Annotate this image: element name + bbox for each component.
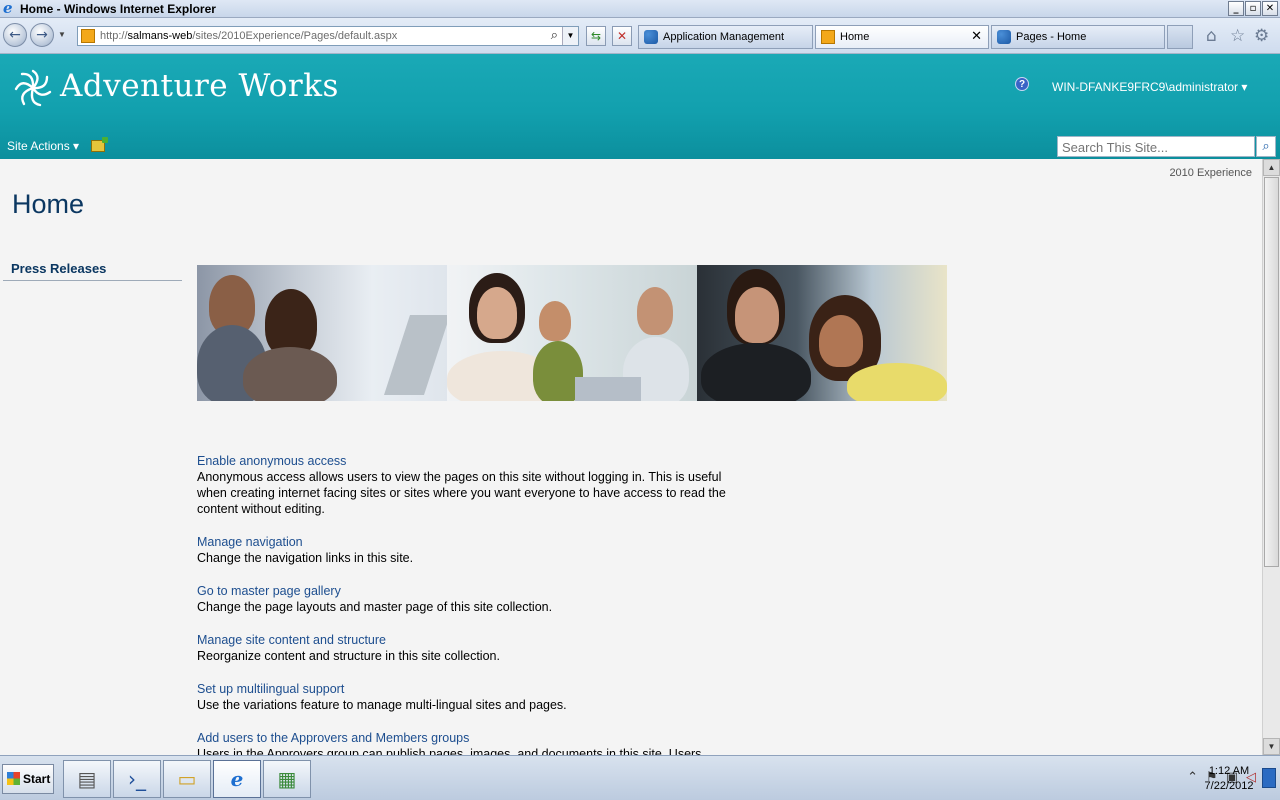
start-label: Start [23, 772, 51, 786]
breadcrumb[interactable]: 2010 Experience [1169, 167, 1252, 179]
sharepoint-icon [644, 30, 658, 44]
close-tab-icon[interactable]: ✕ [971, 26, 982, 48]
maximize-button[interactable]: ▫ [1245, 1, 1261, 16]
tab-home[interactable]: Home ✕ [815, 25, 989, 49]
favorites-star-icon[interactable]: ☆ [1230, 26, 1245, 46]
manage-site-content-link[interactable]: Manage site content and structure [197, 632, 737, 648]
forward-button[interactable]: → [30, 23, 54, 47]
scrollbar-thumb[interactable] [1264, 177, 1279, 567]
internet-explorer-taskbar-icon[interactable]: e [213, 760, 261, 798]
tab-application-management[interactable]: Application Management [638, 25, 813, 49]
search-go-icon[interactable]: ⌕ [1256, 136, 1276, 157]
task-item: Go to master page gallery Change the pag… [197, 583, 737, 615]
tab-label: Application Management [663, 31, 785, 43]
banner-image [197, 265, 947, 401]
page-title: Home [12, 189, 85, 219]
scroll-up-icon[interactable]: ▲ [1263, 159, 1280, 176]
address-dropdown-icon[interactable]: ▼ [562, 27, 578, 45]
task-item: Set up multilingual support Use the vari… [197, 681, 737, 713]
windows-taskbar: Start ▤ ›_ ▭ e ▦ ⌃ ⚑ ▣ ◁ 1:12 AM 7/22/20… [0, 755, 1280, 800]
refresh-button[interactable]: ⇆ [586, 26, 606, 46]
close-button[interactable]: ✕ [1262, 1, 1278, 16]
address-url[interactable]: http://salmans-web/sites/2010Experience/… [100, 30, 397, 42]
site-search-input[interactable] [1057, 136, 1255, 157]
browser-toolbar: ← → ▼ http://salmans-web/sites/2010Exper… [0, 18, 1280, 54]
task-item: Manage site content and structure Reorga… [197, 632, 737, 664]
master-page-gallery-link[interactable]: Go to master page gallery [197, 583, 737, 599]
back-button[interactable]: ← [3, 23, 27, 47]
page-favicon-icon [81, 29, 95, 43]
show-desktop-button[interactable] [1262, 768, 1276, 788]
stop-button[interactable]: ✕ [612, 26, 632, 46]
vertical-scrollbar[interactable]: ▲ ▼ [1262, 159, 1280, 755]
task-item: Add users to the Approvers and Members g… [197, 730, 737, 755]
sharepoint-icon [997, 30, 1011, 44]
help-icon[interactable]: ? [1015, 77, 1029, 91]
windows-flag-icon [7, 772, 20, 785]
window-title-bar: e Home - Windows Internet Explorer _ ▫ ✕ [0, 0, 1280, 18]
server-manager-icon[interactable]: ▤ [63, 760, 111, 798]
page-icon [821, 30, 835, 44]
address-bar[interactable]: http://salmans-web/sites/2010Experience/… [77, 26, 579, 46]
scroll-down-icon[interactable]: ▼ [1263, 738, 1280, 755]
task-item: Manage navigation Change the navigation … [197, 534, 737, 566]
sharepoint-management-icon[interactable]: ▦ [263, 760, 311, 798]
minimize-button[interactable]: _ [1228, 1, 1244, 16]
adventure-works-logo-icon [14, 69, 52, 107]
clock-time: 1:12 AM [1208, 765, 1250, 777]
task-item: Enable anonymous access Anonymous access… [197, 453, 737, 517]
nav-item-press-releases[interactable]: Press Releases [11, 261, 182, 276]
enable-anonymous-access-link[interactable]: Enable anonymous access [197, 453, 737, 469]
clock-date: 7/22/2012 [1204, 780, 1254, 792]
user-menu[interactable]: WIN-DFANKE9FRC9\administrator ▾ [1052, 80, 1247, 94]
task-description: Reorganize content and structure in this… [197, 649, 500, 663]
start-button[interactable]: Start [2, 764, 54, 794]
address-search-icon[interactable]: ⌕ [551, 28, 558, 43]
explorer-folder-icon[interactable]: ▭ [163, 760, 211, 798]
task-description: Anonymous access allows users to view th… [197, 470, 726, 516]
task-description: Change the navigation links in this site… [197, 551, 414, 565]
getting-started-tasks: Enable anonymous access Anonymous access… [197, 453, 737, 755]
powershell-icon[interactable]: ›_ [113, 760, 161, 798]
show-hidden-icons-icon[interactable]: ⌃ [1187, 770, 1198, 785]
task-description: Use the variations feature to manage mul… [197, 698, 567, 712]
internet-explorer-icon: e [3, 0, 13, 17]
site-title[interactable]: Adventure Works [60, 68, 339, 104]
banner-photo-3 [697, 265, 947, 401]
banner-photo-1 [197, 265, 450, 401]
home-icon[interactable]: ⌂ [1206, 26, 1217, 46]
add-users-approvers-link[interactable]: Add users to the Approvers and Members g… [197, 730, 737, 746]
site-actions-menu[interactable]: Site Actions ▾ [7, 139, 79, 153]
window-title: Home - Windows Internet Explorer [20, 2, 216, 16]
tab-label: Pages - Home [1016, 31, 1087, 43]
manage-navigation-link[interactable]: Manage navigation [197, 534, 737, 550]
page-content: 2010 Experience Home Press Releases Enab… [0, 159, 1262, 755]
edit-page-icon[interactable] [91, 137, 108, 152]
left-navigation: Press Releases [3, 259, 182, 281]
history-dropdown-icon[interactable]: ▼ [58, 30, 66, 39]
task-description: Users in the Approvers group can publish… [197, 747, 702, 755]
tools-gear-icon[interactable]: ⚙ [1254, 26, 1269, 46]
task-description: Change the page layouts and master page … [197, 600, 553, 614]
window-controls: _ ▫ ✕ [1228, 1, 1278, 16]
tab-label: Home [840, 31, 870, 43]
system-clock[interactable]: 1:12 AM 7/22/2012 [1200, 764, 1258, 794]
banner-photo-2 [447, 265, 697, 401]
new-tab-button[interactable] [1167, 25, 1193, 49]
multilingual-support-link[interactable]: Set up multilingual support [197, 681, 737, 697]
tab-pages-home[interactable]: Pages - Home [991, 25, 1165, 49]
